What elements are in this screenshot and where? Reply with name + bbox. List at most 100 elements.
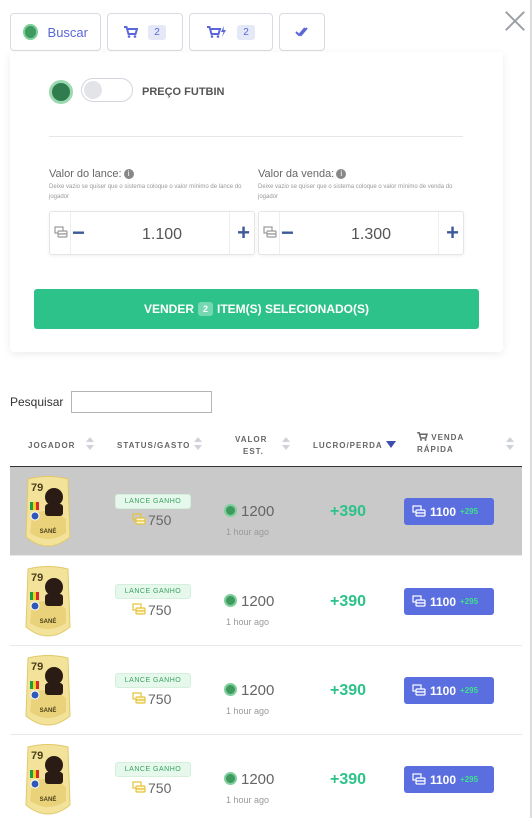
info-icon: i <box>336 169 347 179</box>
quick-sell-gain: +295 <box>460 775 479 784</box>
column-header-value-line1: VALOR <box>235 435 268 444</box>
quick-sell-button[interactable]: 1100 +295 <box>404 766 494 793</box>
estimated-value: 1200 <box>224 503 274 520</box>
spent-value: 750 <box>132 512 171 528</box>
column-header-quick-sell[interactable]: VENDA RÁPIDA <box>417 432 464 456</box>
spent-value: 750 <box>132 691 171 707</box>
info-icon: i <box>123 169 134 179</box>
card-name: SANÉ <box>40 706 57 714</box>
divider <box>279 212 280 254</box>
search-input[interactable] <box>71 391 212 413</box>
estimated-value-amount: 1200 <box>241 682 275 699</box>
coin-icon <box>23 24 38 40</box>
table-row[interactable]: 79 SANÉ LANCE GANHO 750 1200 1 hour ago … <box>10 557 522 646</box>
column-header-quick-line2: RÁPIDA <box>417 445 454 454</box>
divider <box>70 212 71 254</box>
sort-icon[interactable] <box>86 437 94 451</box>
player-card: 79 SANÉ <box>25 566 71 637</box>
quick-count-badge: 2 <box>237 24 255 40</box>
coins-icon <box>412 772 426 785</box>
status-badge: LANCE GANHO <box>115 494 191 509</box>
close-icon[interactable] <box>502 8 528 34</box>
status-badge: LANCE GANHO <box>115 762 191 777</box>
quick-sell-gain: +295 <box>460 686 479 695</box>
futbin-price-label: PREÇO FUTBIN <box>142 86 225 98</box>
divider <box>49 136 463 137</box>
column-header-profit[interactable]: LUCRO/PERDA <box>313 440 383 452</box>
table-row[interactable]: 79 SANÉ LANCE GANHO 750 1200 1 hour ago … <box>10 646 522 735</box>
quick-sell-gain: +295 <box>460 597 479 606</box>
column-header-player[interactable]: JOGADOR <box>28 440 75 452</box>
estimated-value: 1200 <box>224 593 274 610</box>
bid-decrement-button[interactable]: − <box>72 221 85 245</box>
quick-sell-button[interactable]: 1100 +295 <box>404 588 494 615</box>
sort-icon[interactable] <box>194 437 202 451</box>
search-tab-button[interactable]: Buscar <box>10 13 101 51</box>
estimated-value-amount: 1200 <box>241 771 275 788</box>
player-card: 79 SANÉ <box>25 655 71 726</box>
profit-value: +390 <box>330 771 367 788</box>
sort-icon[interactable] <box>506 437 514 451</box>
quick-sell-price: 1100 <box>430 683 457 698</box>
timestamp: 1 hour ago <box>226 706 270 716</box>
sale-label-text: Valor da venda: <box>258 168 335 180</box>
status-badge: LANCE GANHO <box>115 673 191 688</box>
quick-sell-button[interactable]: 1100 +295 <box>404 677 494 704</box>
estimated-value-amount: 1200 <box>241 503 275 520</box>
sort-icon[interactable] <box>282 437 290 451</box>
estimated-value: 1200 <box>224 771 274 788</box>
column-header-value-line2: EST. <box>243 447 264 456</box>
table-row[interactable]: 79 SANÉ LANCE GANHO 750 1200 1 hour ago … <box>10 735 522 818</box>
column-header-status[interactable]: STATUS/GASTO <box>117 440 190 452</box>
sale-value-input[interactable]: 1.300 <box>309 226 433 244</box>
table-row[interactable]: 79 SANÉ LANCE GANHO 750 1200 1 hour ago … <box>10 467 522 556</box>
sort-desc-icon[interactable] <box>386 437 396 451</box>
sell-button-prefix: VENDER <box>143 302 194 316</box>
bid-label-text: Valor do lance: <box>49 168 122 180</box>
spent-amount: 750 <box>148 512 172 528</box>
coins-icon <box>54 226 68 238</box>
spent-amount: 750 <box>148 691 172 707</box>
status-badge: LANCE GANHO <box>115 584 191 599</box>
coins-icon <box>412 504 426 517</box>
quick-sell-button[interactable]: 1100 +295 <box>404 498 494 525</box>
coin-icon <box>224 594 237 607</box>
sale-decrement-button[interactable]: − <box>281 221 294 245</box>
estimated-value: 1200 <box>224 682 274 699</box>
quick-sell-tab-button[interactable]: 2 <box>189 13 273 51</box>
coins-icon <box>263 226 277 238</box>
estimated-value-amount: 1200 <box>241 593 275 610</box>
sale-increment-button[interactable]: + <box>446 221 459 245</box>
bid-hint: Deixe vazio se quiser que o sistema colo… <box>49 184 242 200</box>
card-name: SANÉ <box>40 617 57 625</box>
search-tab-label: Buscar <box>47 24 88 40</box>
spent-value: 750 <box>132 780 171 796</box>
bid-label: Valor do lance: i <box>49 168 134 180</box>
column-header-value[interactable]: VALOR EST. <box>235 434 267 458</box>
sale-label: Valor da venda: i <box>258 168 347 180</box>
coins-icon <box>132 513 146 525</box>
bid-value-input[interactable]: 1.100 <box>100 226 224 244</box>
spent-amount: 750 <box>148 780 172 796</box>
coins-icon <box>412 683 426 696</box>
coin-icon <box>224 683 237 696</box>
quick-sell-price: 1100 <box>430 504 457 519</box>
sell-button-suffix: ITEM(S) SELECIONADO(S) <box>217 302 370 316</box>
cart-tab-button[interactable]: 2 <box>107 13 183 51</box>
done-tab-button[interactable] <box>279 13 325 51</box>
coins-icon <box>132 603 146 615</box>
card-rating: 79 <box>31 661 43 673</box>
card-rating: 79 <box>31 482 43 494</box>
page: Buscar 2 2 PREÇO FUTBIN Valor do lance: i… <box>0 0 532 818</box>
toolbar: Buscar 2 2 <box>10 13 325 51</box>
column-header-quick-line1: VENDA <box>431 433 465 442</box>
player-card: 79 SANÉ <box>25 476 71 547</box>
coins-icon <box>132 692 146 704</box>
futbin-price-toggle[interactable] <box>81 78 133 102</box>
sell-selected-button[interactable]: VENDER 2 ITEM(S) SELECIONADO(S) <box>34 289 479 329</box>
profit-value: +390 <box>330 593 367 610</box>
bid-increment-button[interactable]: + <box>237 221 250 245</box>
table-header: JOGADOR STATUS/GASTO VALOR EST. LUCRO/PER… <box>10 424 522 468</box>
coin-icon <box>224 772 237 785</box>
quick-sell-price: 1100 <box>430 594 457 609</box>
